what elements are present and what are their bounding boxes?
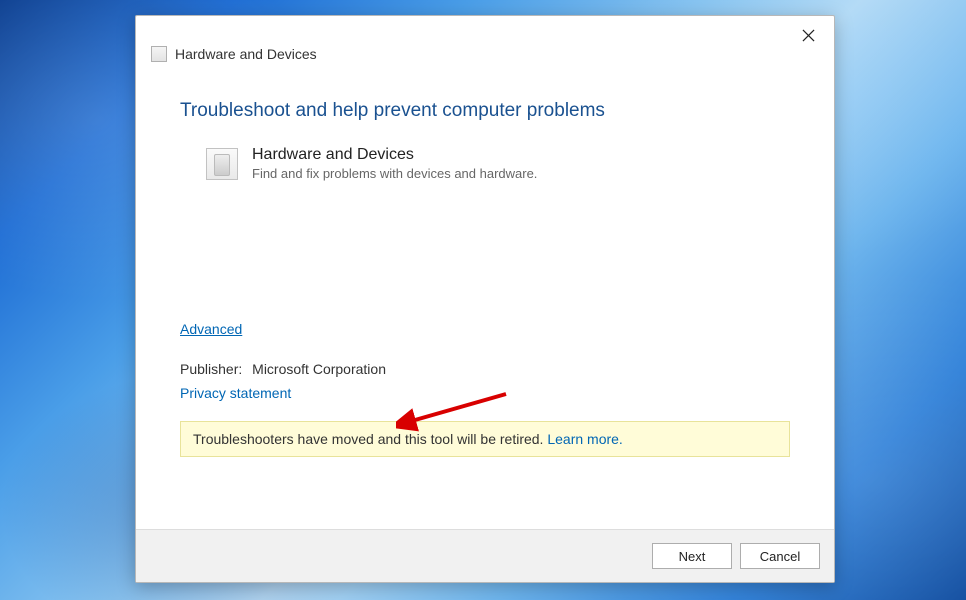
advanced-link[interactable]: Advanced — [180, 321, 242, 337]
deprecation-notice: Troubleshooters have moved and this tool… — [180, 421, 790, 457]
button-bar: Next Cancel — [136, 530, 834, 582]
section-title: Hardware and Devices — [252, 146, 537, 164]
section-description: Find and fix problems with devices and h… — [252, 166, 537, 181]
content-area: Troubleshoot and help prevent computer p… — [136, 62, 834, 529]
troubleshooter-window: Hardware and Devices Troubleshoot and he… — [135, 15, 835, 583]
publisher-label: Publisher: — [180, 361, 242, 377]
publisher-value: Microsoft Corporation — [252, 361, 386, 377]
close-icon — [802, 29, 815, 42]
notice-message: Troubleshooters have moved and this tool… — [193, 431, 547, 447]
troubleshooter-section: Hardware and Devices Find and fix proble… — [206, 148, 790, 181]
privacy-statement-link[interactable]: Privacy statement — [180, 385, 291, 401]
section-text: Hardware and Devices Find and fix proble… — [252, 146, 537, 181]
page-heading: Troubleshoot and help prevent computer p… — [180, 100, 790, 122]
next-button[interactable]: Next — [652, 543, 732, 569]
titlebar: Hardware and Devices — [136, 16, 834, 62]
window-title: Hardware and Devices — [175, 46, 317, 62]
cancel-button[interactable]: Cancel — [740, 543, 820, 569]
learn-more-link[interactable]: Learn more. — [547, 431, 622, 447]
publisher-row: Publisher: Microsoft Corporation — [180, 361, 790, 377]
hardware-icon — [206, 148, 238, 180]
close-button[interactable] — [786, 20, 830, 50]
troubleshooter-icon — [151, 46, 167, 62]
